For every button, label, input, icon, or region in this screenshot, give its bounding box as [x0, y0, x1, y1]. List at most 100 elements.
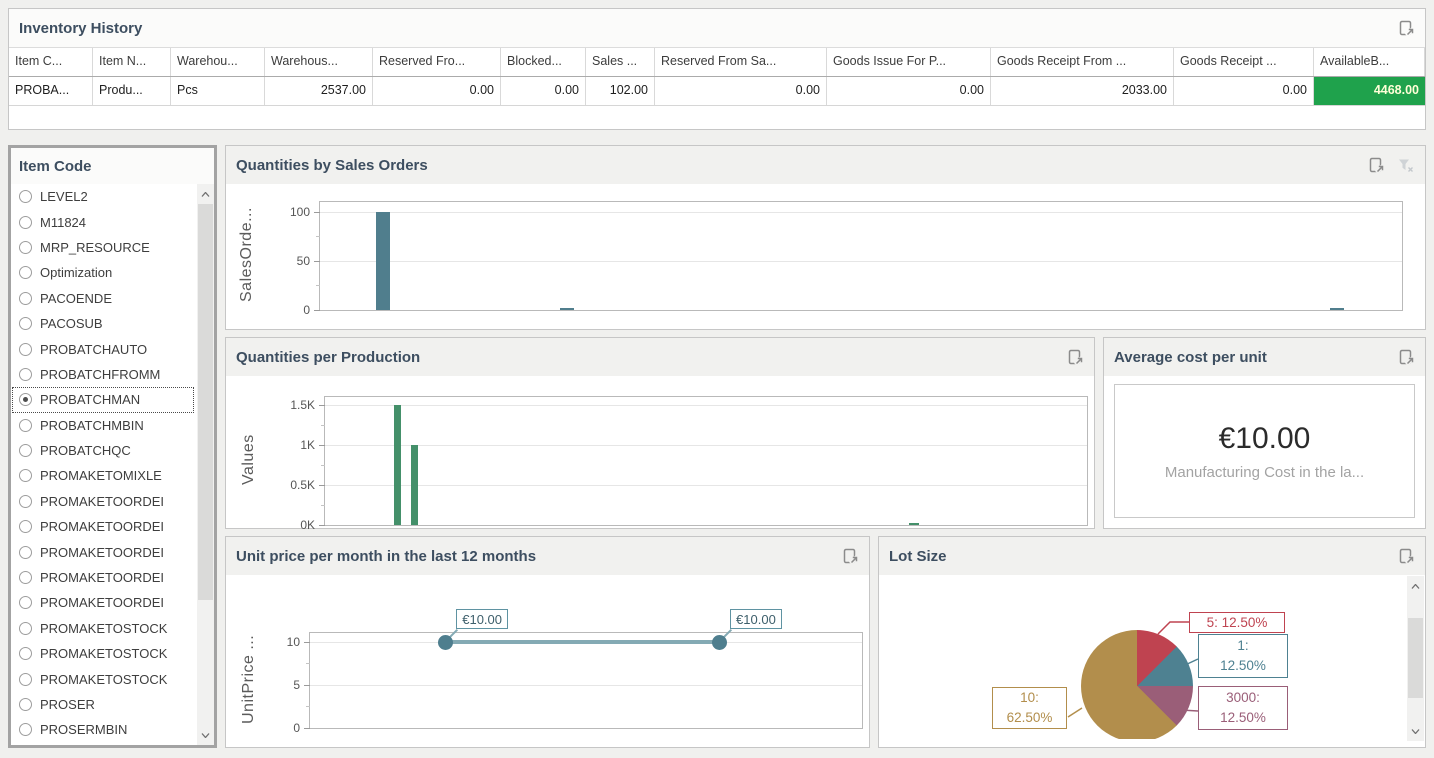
bar[interactable]	[394, 405, 401, 525]
item-code-option[interactable]: PROMAKETOORDEI	[12, 565, 194, 590]
column-header[interactable]: Sales ...	[586, 48, 655, 76]
item-code-option[interactable]: PROBATCHFROMM	[12, 362, 194, 387]
radio-button[interactable]	[19, 596, 32, 609]
export-icon[interactable]	[1398, 548, 1415, 565]
item-code-option[interactable]: LEVEL2	[12, 184, 194, 209]
item-code-option[interactable]: PROMAKETOSTOCK	[12, 666, 194, 691]
table-cell[interactable]: 0.00	[501, 77, 586, 105]
data-point[interactable]	[438, 635, 453, 650]
radio-button[interactable]	[19, 469, 32, 482]
export-icon[interactable]	[1368, 157, 1385, 174]
scroll-up-button[interactable]	[1407, 578, 1424, 594]
export-icon[interactable]	[1398, 349, 1415, 366]
radio-button[interactable]	[19, 723, 32, 736]
scrollbar-thumb[interactable]	[1408, 618, 1423, 698]
bar[interactable]	[1330, 308, 1344, 310]
radio-button[interactable]	[19, 520, 32, 533]
item-code-option[interactable]: PROMAKETOSTOCK	[12, 616, 194, 641]
table-cell[interactable]: Pcs	[171, 77, 265, 105]
clear-filter-icon[interactable]	[1397, 157, 1415, 174]
item-code-option[interactable]: PROMAKETOMIXLE	[12, 463, 194, 488]
column-header[interactable]: Reserved From Sa...	[655, 48, 827, 76]
item-code-option[interactable]: PROMAKETOORDEI	[12, 539, 194, 564]
column-header[interactable]: Goods Receipt From ...	[991, 48, 1174, 76]
scroll-down-button[interactable]	[197, 727, 214, 743]
item-code-label: LEVEL2	[40, 189, 88, 204]
y-axis-title: Values	[240, 396, 262, 524]
column-header[interactable]: Item N...	[93, 48, 171, 76]
scrollbar-thumb[interactable]	[198, 204, 213, 600]
radio-button[interactable]	[19, 546, 32, 559]
table-cell[interactable]: 0.00	[1174, 77, 1314, 105]
radio-button[interactable]	[19, 647, 32, 660]
production-plot: 0K0.5K1K1.5K	[324, 396, 1088, 526]
table-cell[interactable]: 4468.00	[1314, 77, 1425, 105]
pie-label-line: 62.50%	[993, 708, 1066, 728]
radio-button[interactable]	[19, 698, 32, 711]
item-code-option[interactable]: M11824	[12, 209, 194, 234]
scroll-up-button[interactable]	[197, 186, 214, 202]
lot-size-scrollbar[interactable]	[1407, 576, 1424, 741]
item-code-option[interactable]: MRP_RESOURCE	[12, 235, 194, 260]
column-header[interactable]: Goods Receipt ...	[1174, 48, 1314, 76]
column-header[interactable]: Item C...	[9, 48, 93, 76]
column-header[interactable]: Reserved Fro...	[373, 48, 501, 76]
item-code-option[interactable]: PACOENDE	[12, 286, 194, 311]
radio-button[interactable]	[19, 317, 32, 330]
item-code-option[interactable]: PROSERMBIN	[12, 717, 194, 742]
table-cell[interactable]: Produ...	[93, 77, 171, 105]
item-code-option[interactable]: PROMAKETOSTOCK	[12, 641, 194, 666]
table-cell[interactable]: 0.00	[373, 77, 501, 105]
data-point[interactable]	[712, 635, 727, 650]
item-code-option[interactable]: PROBATCHMAN	[12, 387, 194, 412]
item-code-option[interactable]: PROBATCHMBIN	[12, 413, 194, 438]
item-code-label: MRP_RESOURCE	[40, 240, 150, 255]
column-header[interactable]: AvailableB...	[1314, 48, 1425, 76]
item-code-option[interactable]: PACOSUB	[12, 311, 194, 336]
bar[interactable]	[909, 523, 919, 525]
export-icon[interactable]	[842, 548, 859, 565]
column-header[interactable]: Blocked...	[501, 48, 586, 76]
radio-button[interactable]	[19, 216, 32, 229]
radio-button[interactable]	[19, 266, 32, 279]
item-code-label: PROMAKETOSTOCK	[40, 621, 167, 636]
item-code-option[interactable]: PROMAKETOORDEI	[12, 489, 194, 514]
scroll-down-button[interactable]	[1407, 723, 1424, 739]
radio-button[interactable]	[19, 444, 32, 457]
bar[interactable]	[376, 212, 390, 310]
table-cell[interactable]: PROBA...	[9, 77, 93, 105]
radio-button[interactable]	[19, 292, 32, 305]
radio-button[interactable]	[19, 622, 32, 635]
table-cell[interactable]: 0.00	[655, 77, 827, 105]
bar[interactable]	[560, 308, 574, 310]
item-code-option[interactable]: PROMAKETOORDEI	[12, 590, 194, 615]
radio-button[interactable]	[19, 495, 32, 508]
radio-button[interactable]	[19, 673, 32, 686]
table-cell[interactable]: 2537.00	[265, 77, 373, 105]
radio-button[interactable]	[19, 241, 32, 254]
radio-button[interactable]	[19, 419, 32, 432]
radio-button[interactable]	[19, 571, 32, 584]
axis-tick	[319, 405, 325, 406]
radio-button[interactable]	[19, 368, 32, 381]
item-code-option[interactable]: PROSER	[12, 692, 194, 717]
column-header[interactable]: Warehou...	[171, 48, 265, 76]
item-list-scrollbar[interactable]	[197, 184, 214, 745]
export-icon[interactable]	[1067, 349, 1084, 366]
radio-button[interactable]	[19, 393, 32, 406]
item-code-option[interactable]: PROBATCHQC	[12, 438, 194, 463]
item-code-option[interactable]: Optimization	[12, 260, 194, 285]
bar[interactable]	[411, 445, 418, 525]
table-cell[interactable]: 2033.00	[991, 77, 1174, 105]
item-code-option[interactable]: PROBATCHAUTO	[12, 336, 194, 361]
table-cell[interactable]: 0.00	[827, 77, 991, 105]
table-cell[interactable]: 102.00	[586, 77, 655, 105]
column-header[interactable]: Warehous...	[265, 48, 373, 76]
pie-chart[interactable]	[1081, 630, 1193, 742]
radio-button[interactable]	[19, 343, 32, 356]
radio-button[interactable]	[19, 190, 32, 203]
export-icon[interactable]	[1398, 20, 1415, 37]
column-header[interactable]: Goods Issue For P...	[827, 48, 991, 76]
item-code-option[interactable]: PROMAKETOORDEI	[12, 514, 194, 539]
line-series[interactable]	[445, 640, 719, 644]
